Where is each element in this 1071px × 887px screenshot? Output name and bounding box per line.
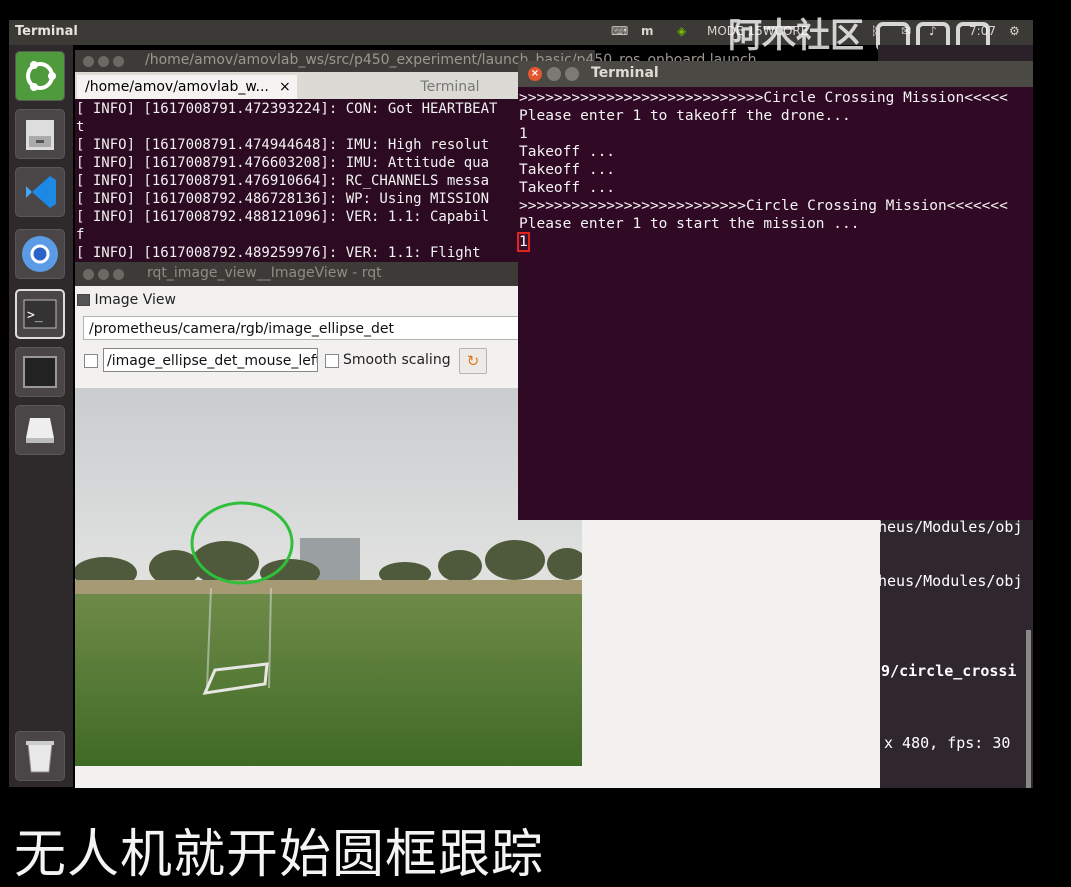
back-terminal-titlebar[interactable]: /home/amov/amovlab_ws/src/p450_experimen… bbox=[75, 50, 757, 72]
background-terminal: heus/Modules/obj heus/Modules/obj 89/cir… bbox=[872, 518, 1033, 788]
back-terminal-window[interactable]: /home/amov/amovlab_ws/src/p450_experimen… bbox=[75, 50, 757, 270]
smooth-scaling-label: Smooth scaling bbox=[343, 352, 451, 368]
window-controls-icon[interactable] bbox=[83, 268, 128, 284]
chromium-launcher-button[interactable] bbox=[15, 229, 65, 279]
active-app-title: Terminal bbox=[15, 24, 78, 39]
front-terminal-titlebar[interactable]: × Terminal bbox=[518, 61, 1033, 87]
terminal-launcher-button[interactable]: >_ bbox=[15, 289, 65, 339]
launcher: >_ bbox=[9, 45, 73, 787]
vscode-icon bbox=[26, 176, 56, 208]
close-window-icon[interactable]: × bbox=[528, 67, 542, 81]
indicator-m-icon[interactable]: m bbox=[641, 24, 654, 38]
output-line: Takeoff ... bbox=[519, 162, 616, 178]
rqt-window-title: rqt_image_view__ImageView - rqt bbox=[147, 265, 382, 281]
chromium-icon bbox=[22, 236, 58, 272]
video-subtitle: 无人机就开始圆框跟踪 bbox=[14, 825, 545, 885]
terminal-input-cursor[interactable]: 1 bbox=[517, 232, 530, 252]
watermark-text: 阿木社区 bbox=[728, 16, 864, 56]
output-line: Takeoff ... bbox=[519, 144, 616, 160]
drive-icon bbox=[26, 418, 54, 443]
terminal-tab-bar: /home/amov/amovlab_w... × Terminal bbox=[75, 72, 595, 99]
close-tab-icon[interactable]: × bbox=[279, 75, 291, 99]
tab-amovlab[interactable]: /home/amov/amovlab_w... × bbox=[77, 75, 297, 99]
tab-label: /home/amov/amovlab_w... bbox=[85, 79, 269, 95]
output-line: >>>>>>>>>>>>>>>>>>>>>>>>>>>>Circle Cross… bbox=[519, 90, 1008, 106]
mouse-publish-checkbox[interactable] bbox=[84, 354, 98, 368]
nvidia-icon[interactable]: ◈ bbox=[677, 24, 686, 38]
output-line: 1 bbox=[519, 126, 528, 142]
background-terminal-line: heus/Modules/obj bbox=[878, 518, 1023, 536]
settings-gear-icon[interactable]: ⚙ bbox=[1009, 24, 1020, 38]
output-line: Takeoff ... bbox=[519, 180, 616, 196]
ubuntu-logo-icon bbox=[26, 61, 56, 91]
file-cabinet-icon bbox=[26, 120, 54, 150]
output-line: >>>>>>>>>>>>>>>>>>>>>>>>>>Circle Crossin… bbox=[519, 198, 1008, 214]
drive-launcher-button[interactable] bbox=[15, 405, 65, 455]
dock-icon[interactable] bbox=[77, 294, 90, 306]
back-terminal-output: [ INFO] [1617008791.472393224]: CON: Got… bbox=[76, 101, 498, 261]
vscode-launcher-button[interactable] bbox=[15, 167, 65, 217]
window-icon bbox=[23, 356, 57, 388]
rotate-icon: ↻ bbox=[466, 352, 480, 370]
trash-icon bbox=[26, 741, 54, 773]
front-terminal-output[interactable]: >>>>>>>>>>>>>>>>>>>>>>>>>>>>Circle Cross… bbox=[517, 89, 1008, 252]
window-launcher-button[interactable] bbox=[15, 347, 65, 397]
background-terminal-line: heus/Modules/obj bbox=[878, 572, 1023, 590]
tab-label: Terminal bbox=[420, 79, 480, 95]
ubuntu-dash-button[interactable] bbox=[15, 51, 65, 101]
output-line: Please enter 1 to takeoff the drone... bbox=[519, 108, 851, 124]
camera-scene bbox=[75, 388, 582, 766]
window-controls-icon[interactable] bbox=[83, 55, 128, 71]
output-line: Please enter 1 to start the mission ... bbox=[519, 216, 860, 232]
plugin-header: Image View bbox=[77, 292, 176, 308]
camera-image[interactable] bbox=[75, 388, 582, 766]
background-terminal-line: 89/circle_crossi bbox=[872, 662, 1017, 680]
mouse-topic-input[interactable]: /image_ellipse_det_mouse_left bbox=[103, 348, 318, 372]
maximize-window-icon[interactable] bbox=[565, 67, 579, 81]
plugin-label: Image View bbox=[94, 292, 176, 308]
terminal-icon: >_ bbox=[23, 299, 57, 329]
minimize-window-icon[interactable] bbox=[547, 67, 561, 81]
keyboard-icon[interactable]: ⌨ bbox=[611, 24, 628, 38]
front-terminal-title: Terminal bbox=[591, 65, 659, 81]
background-terminal-line: x 480, fps: 30 bbox=[884, 734, 1011, 752]
rotate-button[interactable]: ↻ bbox=[459, 348, 487, 374]
front-terminal-window[interactable]: × Terminal >>>>>>>>>>>>>>>>>>>>>>>>>>>>C… bbox=[517, 61, 1033, 520]
svg-text:>_: >_ bbox=[27, 308, 43, 323]
topic-select[interactable]: /prometheus/camera/rgb/image_ellipse_det bbox=[83, 316, 523, 340]
trash-launcher-button[interactable] bbox=[15, 731, 65, 781]
smooth-scaling-checkbox[interactable] bbox=[325, 354, 339, 368]
scrollbar[interactable] bbox=[1026, 630, 1031, 788]
files-launcher-button[interactable] bbox=[15, 109, 65, 159]
